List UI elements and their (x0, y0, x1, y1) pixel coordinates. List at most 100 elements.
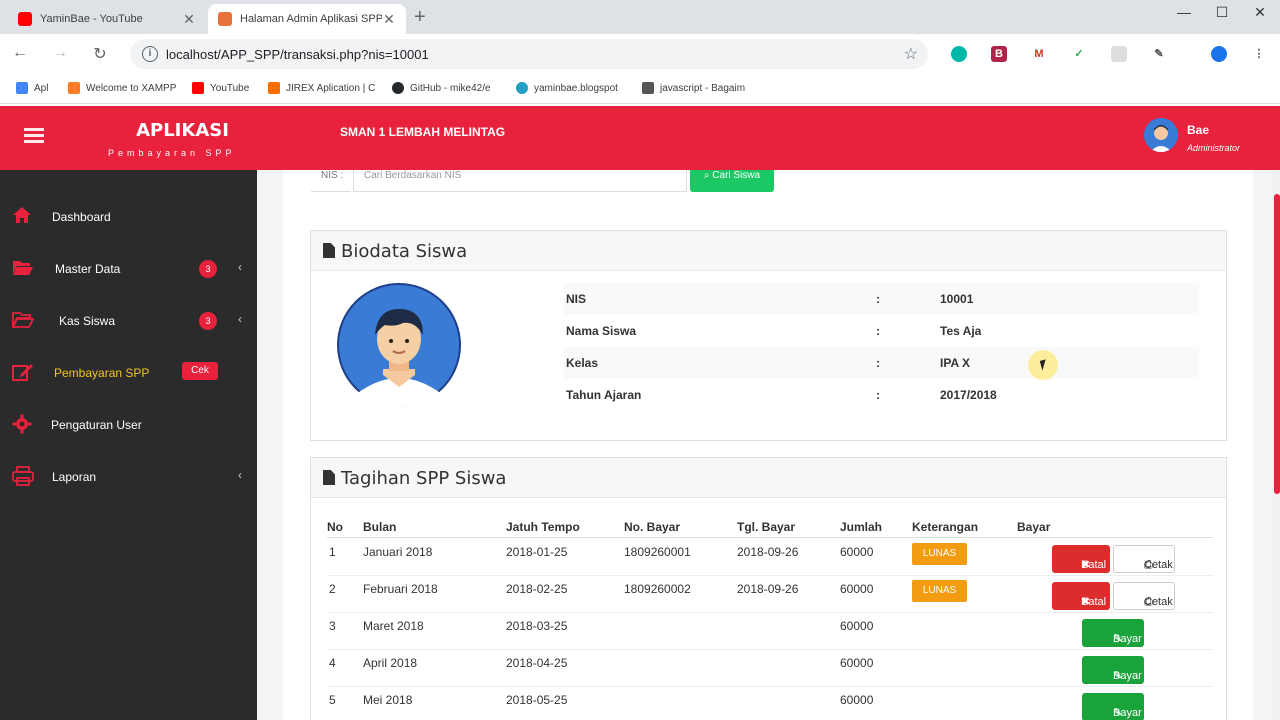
github-icon (392, 82, 404, 94)
sidebar-item-kas-siswa[interactable]: Kas Siswa 3 ‹ (0, 296, 257, 348)
bookmark-item[interactable]: yaminbae.blogspot (516, 82, 618, 94)
file-icon (323, 470, 335, 485)
edit-icon (12, 362, 34, 382)
file-icon (323, 243, 335, 258)
app-header: APLIKASI Pembayaran SPP SMAN 1 LEMBAH ME… (0, 106, 1280, 170)
student-photo (337, 283, 461, 407)
home-icon (12, 206, 34, 226)
close-window-icon[interactable]: ✕ (1242, 4, 1278, 21)
address-bar[interactable]: i localhost/APP_SPP/transaksi.php?nis=10… (130, 39, 928, 69)
sidebar-item-label: Laporan (52, 470, 97, 484)
new-tab-button[interactable]: + (414, 6, 426, 29)
youtube-icon (192, 82, 204, 94)
browser-tab[interactable]: YaminBae - YouTube ✕ (8, 4, 206, 34)
extension-icon[interactable]: ✓ (1071, 46, 1087, 62)
profile-icon[interactable] (1211, 46, 1227, 62)
sidebar-item-label: Dashboard (52, 210, 111, 224)
maximize-icon[interactable]: ☐ (1204, 4, 1240, 21)
sidebar-item-pengaturan-user[interactable]: Pengaturan User (0, 400, 257, 452)
sidebar-item-laporan[interactable]: Laporan ‹ (0, 452, 257, 504)
biodata-row-tahun: Tahun Ajaran : 2017/2018 (566, 388, 997, 402)
back-icon[interactable]: ← (10, 44, 30, 62)
cetak-button[interactable]: ⎙ Cetak (1113, 582, 1175, 610)
browser-tab-active[interactable]: Halaman Admin Aplikasi SPP ✕ (208, 4, 406, 34)
main-content: NIS : Cari Berdasarkan NIS ⌕ Cari Siswa … (257, 170, 1280, 720)
extension-icon[interactable] (951, 46, 967, 62)
tagihan-panel: Tagihan SPP Siswa No Bulan Jatuh Tempo N… (310, 457, 1227, 720)
sidebar-item-master-data[interactable]: Master Data 3 ‹ (0, 244, 257, 296)
bookmarks-bar: Apl Welcome to XAMPP YouTube JIREX Aplic… (0, 74, 1280, 104)
forward-icon[interactable]: → (50, 44, 70, 62)
panel-header: Tagihan SPP Siswa (311, 458, 1226, 498)
biodata-row-nis: NIS : 10001 (564, 283, 1199, 315)
print-icon (12, 466, 34, 486)
count-badge: 3 (199, 260, 217, 278)
info-icon[interactable]: i (142, 46, 158, 62)
url-text: localhost/APP_SPP/transaksi.php?nis=1000… (166, 46, 429, 62)
star-icon[interactable]: ☆ (904, 44, 918, 64)
user-name[interactable]: Bae (1187, 123, 1209, 137)
close-tab-icon[interactable]: ✕ (182, 11, 196, 28)
reload-icon[interactable]: ↻ (90, 44, 110, 64)
browser-toolbar: ← → ↻ i localhost/APP_SPP/transaksi.php?… (0, 34, 1280, 74)
table-row: 5 Mei 2018 2018-05-25 60000 ✎ Bayar (327, 687, 1213, 720)
table-row: 4 April 2018 2018-04-25 60000 ✎ Bayar (327, 650, 1213, 687)
folder-open-icon (12, 258, 34, 278)
folder-open-icon (11, 310, 35, 330)
browser-tab-bar: YaminBae - YouTube ✕ Halaman Admin Aplik… (0, 0, 1280, 34)
batal-button[interactable]: ✖ Batal (1052, 545, 1110, 573)
search-input[interactable]: Cari Berdasarkan NIS (353, 170, 687, 192)
tab-title: YaminBae - YouTube (40, 13, 143, 25)
gear-icon (12, 414, 34, 434)
bayar-button[interactable]: ✎ Bayar (1082, 656, 1144, 684)
sidebar: Dashboard Master Data 3 ‹ Kas Siswa 3 ‹ … (0, 170, 257, 720)
bookmark-item[interactable]: JIREX Aplication | C (268, 82, 375, 94)
sidebar-item-pembayaran-spp[interactable]: Pembayaran SPP Cek (0, 348, 257, 400)
biodata-row-kelas: Kelas : IPA X (564, 347, 1199, 379)
app-subtitle: Pembayaran SPP (108, 148, 236, 158)
menu-dots-icon[interactable]: ⋮ (1251, 46, 1267, 62)
batal-button[interactable]: ✖ Batal (1052, 582, 1110, 610)
chevron-left-icon: ‹ (238, 312, 242, 326)
table-row: 1 Januari 2018 2018-01-25 1809260001 201… (327, 539, 1213, 576)
extension-icon[interactable]: B (991, 46, 1007, 62)
panel-title: Tagihan SPP Siswa (341, 468, 507, 489)
bookmark-item[interactable]: javascript - Bagaim (642, 82, 745, 94)
hamburger-menu-icon[interactable] (24, 128, 44, 144)
user-role: Administrator (1187, 143, 1241, 153)
table-row: 2 Februari 2018 2018-02-25 1809260002 20… (327, 576, 1213, 613)
stackoverflow-icon (642, 82, 654, 94)
nis-label: NIS : (311, 170, 351, 192)
school-name: SMAN 1 LEMBAH MELINTAG (340, 125, 506, 139)
scrollbar-thumb[interactable] (1274, 194, 1280, 494)
sidebar-item-label: Master Data (55, 262, 121, 276)
bayar-button[interactable]: ✎ Bayar (1082, 619, 1144, 647)
cetak-button[interactable]: ⎙ Cetak (1113, 545, 1175, 573)
biodata-panel: Biodata Siswa NIS : 10001 Nama Siswa: T… (310, 230, 1227, 441)
eyedropper-icon[interactable]: ✎ (1151, 46, 1167, 62)
bayar-button[interactable]: ✎ Bayar (1082, 693, 1144, 720)
bookmark-item[interactable]: GitHub - mike42/e (392, 82, 491, 94)
sidebar-item-dashboard[interactable]: Dashboard (0, 192, 257, 244)
close-tab-icon[interactable]: ✕ (382, 11, 396, 28)
table-row: 3 Maret 2018 2018-03-25 60000 ✎ Bayar (327, 613, 1213, 650)
bookmark-item[interactable]: YouTube (192, 82, 249, 94)
content-box: NIS : Cari Berdasarkan NIS ⌕ Cari Siswa … (283, 170, 1253, 720)
bookmark-item[interactable]: Welcome to XAMPP (68, 82, 176, 94)
xampp-icon (218, 12, 232, 26)
sidebar-item-label: Kas Siswa (59, 314, 116, 328)
status-badge: LUNAS (912, 580, 967, 602)
gmail-icon[interactable]: M (1031, 46, 1047, 62)
search-button[interactable]: ⌕ Cari Siswa (690, 170, 774, 192)
panel-header: Biodata Siswa (311, 231, 1226, 271)
apps-icon (16, 82, 28, 94)
xampp-icon (68, 82, 80, 94)
user-avatar[interactable] (1144, 118, 1178, 152)
youtube-icon (18, 12, 32, 26)
bookmark-item[interactable]: Apl (16, 82, 48, 94)
tab-title: Halaman Admin Aplikasi SPP (240, 13, 382, 25)
search-placeholder: Cari Berdasarkan NIS (364, 170, 462, 181)
panel-title: Biodata Siswa (341, 241, 468, 262)
extension-icon[interactable] (1111, 46, 1127, 62)
minimize-icon[interactable]: — (1166, 4, 1202, 20)
